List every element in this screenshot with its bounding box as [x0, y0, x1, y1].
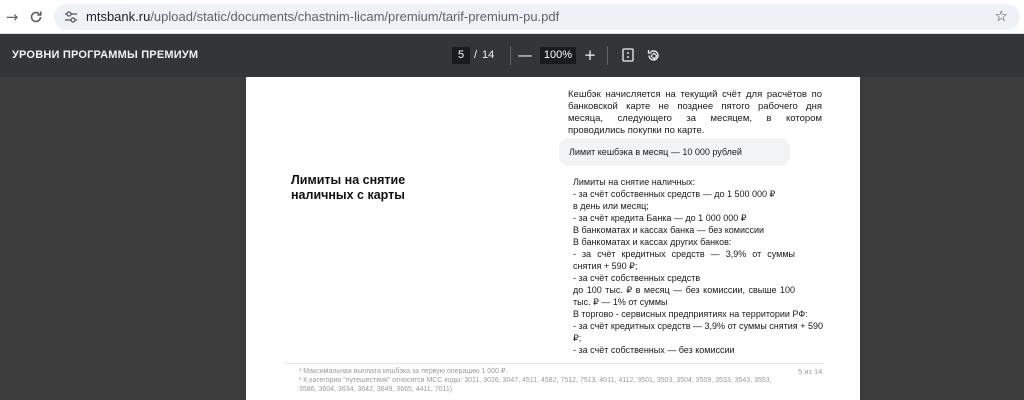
url-text[interactable]: mtsbank.ru/upload/static/documents/chast…: [86, 9, 559, 24]
footnote: ¹ Максимальная выплата кешбэка за первую…: [299, 368, 508, 375]
document-title: УРОВНИ ПРОГРАММЫ ПРЕМИУМ: [12, 49, 199, 61]
cashback-limit-text: Лимит кешбэка в месяц — 10 000 рублей: [569, 147, 742, 157]
limits-line: В банкоматах и кассах банка — без комисс…: [573, 225, 765, 235]
cash-limits-list: Лимиты на снятие наличных: - за счёт соб…: [573, 176, 823, 356]
limits-line: - за счёт кредитных средств — 3,9% от су…: [573, 321, 823, 343]
limits-line: - за счёт собственных средств: [573, 273, 701, 283]
star-icon[interactable]: ☆: [995, 7, 1008, 25]
toolbar-divider: [510, 46, 511, 65]
page-total: 14: [482, 49, 495, 61]
footer-divider: [284, 363, 824, 364]
rotate-icon[interactable]: [643, 45, 663, 65]
arrow-right-icon[interactable]: →: [2, 7, 22, 27]
page-number-input[interactable]: 5: [452, 47, 470, 64]
url-path: /upload/static/documents/chastnim-licam/…: [150, 9, 560, 24]
pdf-page: Кешбэк начисляется на текущий счёт для р…: [246, 77, 860, 400]
page-separator: /: [474, 49, 478, 61]
browser-toolbar: → mtsbank.ru/upload/static/documents/cha…: [0, 0, 1024, 34]
limits-line: - за счёт кредита Банка — до 1 000 000 ₽: [573, 213, 747, 223]
fit-page-icon[interactable]: [618, 45, 638, 65]
limits-line: В банкоматах и кассах других банков:: [573, 237, 732, 247]
limits-line: - за счёт собственных — без комиссии: [573, 345, 735, 355]
cashback-note: Кешбэк начисляется на текущий счёт для р…: [568, 89, 822, 136]
footnotes: ¹ Максимальная выплата кешбэка за первую…: [299, 367, 789, 394]
page-footer-number: 5 из 14: [798, 367, 823, 376]
url-domain: mtsbank.ru: [86, 9, 151, 24]
limits-line: до 100 тыс. ₽ в месяц — без комиссии, св…: [573, 285, 795, 307]
cashback-limit-badge: Лимит кешбэка в месяц — 10 000 рублей: [559, 138, 790, 166]
pdf-toolbar: УРОВНИ ПРОГРАММЫ ПРЕМИУМ 5 / 14 — 100% +: [0, 34, 1024, 77]
tune-icon[interactable]: [63, 10, 79, 24]
section-title: Лимиты на снятие наличных с карты: [291, 173, 406, 202]
limits-line: В торгово - сервисных предприятиях на те…: [573, 309, 808, 319]
address-bar[interactable]: mtsbank.ru/upload/static/documents/chast…: [54, 4, 1020, 30]
footnote: ² К категории "путешествия" относятся MC…: [299, 377, 772, 393]
toolbar-divider: [607, 46, 608, 65]
limits-line: - за счёт собственных средств — до 1 500…: [573, 189, 776, 199]
limits-line: Лимиты на снятие наличных:: [573, 177, 696, 187]
limits-line: - за счёт кредитных средств — 3,9% от су…: [573, 249, 795, 271]
zoom-out-button[interactable]: —: [515, 45, 535, 65]
limits-line: в день или месяц;: [573, 201, 649, 211]
reload-icon[interactable]: [26, 7, 46, 27]
zoom-level-input[interactable]: 100%: [540, 47, 576, 64]
zoom-in-button[interactable]: +: [580, 45, 600, 65]
